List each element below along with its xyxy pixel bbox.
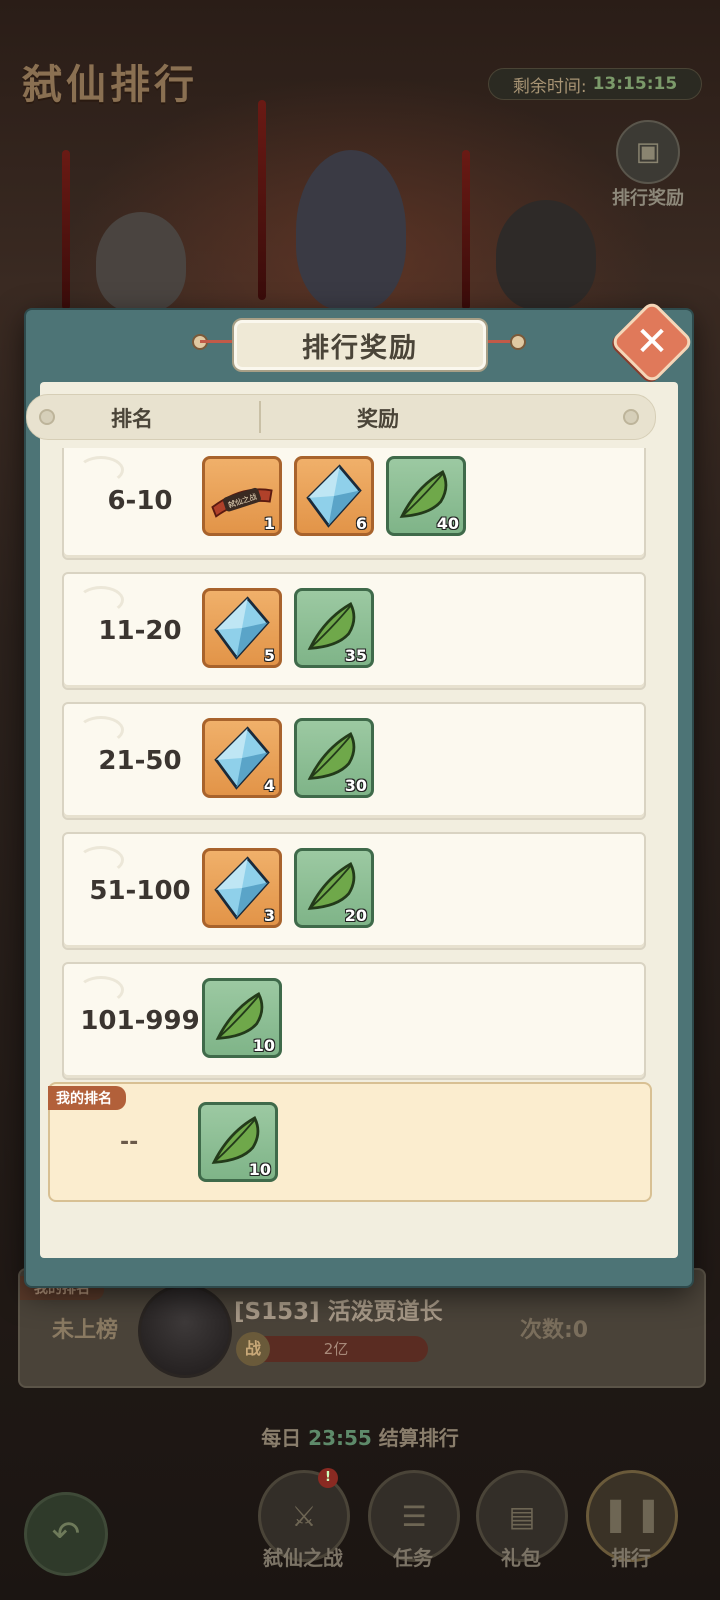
my-rank-row: 我的排名 -- 10 [48, 1082, 652, 1202]
rope-knot-right [510, 334, 526, 350]
reward-row-51-100: 51-100 3 20 [62, 832, 646, 950]
reward-item-herb[interactable]: 30 [294, 718, 374, 798]
power-value: 2亿 [323, 1340, 349, 1358]
ranking-reward-label: 排行奖励 [612, 188, 684, 209]
nav-label: 任务 [393, 1546, 433, 1570]
reward-item-crystal[interactable]: 5 [202, 588, 282, 668]
daily-settlement: 每日 23:55 结算排行 [0, 1422, 720, 1451]
reward-item-herb[interactable]: 10 [198, 1102, 278, 1182]
modal-title: 排行奖励 [232, 318, 488, 372]
my-ranking-strip: 我的排名 未上榜 [S153] 活泼贾道长 战 2亿 次数:0 [18, 1268, 706, 1388]
reward-item-herb[interactable]: 35 [294, 588, 374, 668]
back-arrow-icon: ↶ [51, 1514, 81, 1554]
character-figure [296, 150, 406, 310]
header-dot-left [39, 409, 55, 425]
character-figure [496, 200, 596, 310]
reward-item-crystal[interactable]: 4 [202, 718, 282, 798]
reward-item-herb[interactable]: 40 [386, 456, 466, 536]
nav-label: 排行 [611, 1546, 651, 1570]
power-bar: 战 2亿 [236, 1332, 428, 1366]
rank-range: 6-10 [107, 486, 173, 516]
rank-range: 21-50 [98, 746, 182, 776]
my-rank-value: 未上榜 [52, 1318, 119, 1343]
column-header: 排名 奖励 [26, 394, 656, 440]
item-quantity: 40 [436, 514, 459, 533]
nav-item-ranking[interactable]: ▌▐ 排行 [586, 1470, 678, 1580]
my-rank-tag: 我的排名 [48, 1086, 126, 1110]
reward-row-6-10: 6-10 弑仙之战 1 6 40 [62, 448, 646, 560]
nav-label: 礼包 [501, 1546, 541, 1570]
item-quantity: 5 [263, 646, 275, 665]
item-quantity: 10 [252, 1036, 275, 1055]
rank-range: 51-100 [89, 876, 191, 906]
header-dot-right [623, 409, 639, 425]
item-quantity: 10 [248, 1160, 271, 1179]
item-quantity: 20 [344, 906, 367, 925]
rank-range: 11-20 [98, 616, 182, 646]
reward-item-crystal[interactable]: 6 [294, 456, 374, 536]
item-quantity: 6 [355, 514, 367, 533]
close-icon: ✕ [635, 319, 669, 365]
item-quantity: 30 [344, 776, 367, 795]
close-button[interactable]: ✕ [609, 299, 695, 385]
item-quantity: 3 [263, 906, 275, 925]
treasure-chest-icon: ▣ [616, 120, 680, 184]
reward-list[interactable]: 6-10 弑仙之战 1 6 40 11-20 5 35 21-50 4 30 5… [56, 448, 648, 1084]
nav-item-tasks[interactable]: ☰ 任务 [368, 1470, 460, 1580]
reward-row-101-999: 101-999 10 [62, 962, 646, 1080]
timer-value: 13:15:15 [592, 74, 678, 94]
nav-item-battle[interactable]: ⚔ ! 弑仙之战 [258, 1468, 350, 1580]
item-quantity: 4 [263, 776, 275, 795]
character-figure [96, 212, 186, 312]
ranking-reward-button[interactable]: ▣ 排行奖励 [606, 120, 690, 209]
item-quantity: 35 [344, 646, 367, 665]
notification-badge: ! [318, 1468, 338, 1488]
reward-row-11-20: 11-20 5 35 [62, 572, 646, 690]
reward-row-21-50: 21-50 4 30 [62, 702, 646, 820]
nav-label: 弑仙之战 [263, 1546, 343, 1570]
avatar[interactable] [138, 1284, 232, 1378]
my-rank-value: -- [120, 1130, 139, 1155]
header-rank: 排名 [111, 407, 153, 431]
reward-item-title[interactable]: 弑仙之战 1 [202, 456, 282, 536]
back-button[interactable]: ↶ [24, 1492, 108, 1576]
header-reward: 奖励 [357, 407, 399, 431]
remaining-time: 剩余时间: 13:15:15 [488, 68, 702, 100]
item-quantity: 1 [263, 514, 275, 533]
timer-label: 剩余时间: [512, 76, 587, 97]
daily-suffix: 结算排行 [378, 1426, 459, 1450]
header-divider [259, 401, 261, 433]
spear-icon [258, 100, 266, 300]
attempts-count: 次数:0 [520, 1318, 589, 1343]
daily-time: 23:55 [308, 1426, 372, 1450]
rank-range: 101-999 [80, 1006, 200, 1036]
rope-left [200, 340, 234, 343]
nav-item-gift[interactable]: ▤ 礼包 [476, 1470, 568, 1580]
player-name: [S153] 活泼贾道长 [234, 1299, 443, 1325]
spear-icon [62, 150, 70, 310]
page-title: 弑仙排行 [22, 62, 198, 108]
spear-icon [462, 150, 470, 310]
power-badge: 战 [236, 1332, 270, 1366]
reward-item-herb[interactable]: 10 [202, 978, 282, 1058]
reward-item-crystal[interactable]: 3 [202, 848, 282, 928]
reward-item-herb[interactable]: 20 [294, 848, 374, 928]
daily-prefix: 每日 [261, 1426, 302, 1450]
